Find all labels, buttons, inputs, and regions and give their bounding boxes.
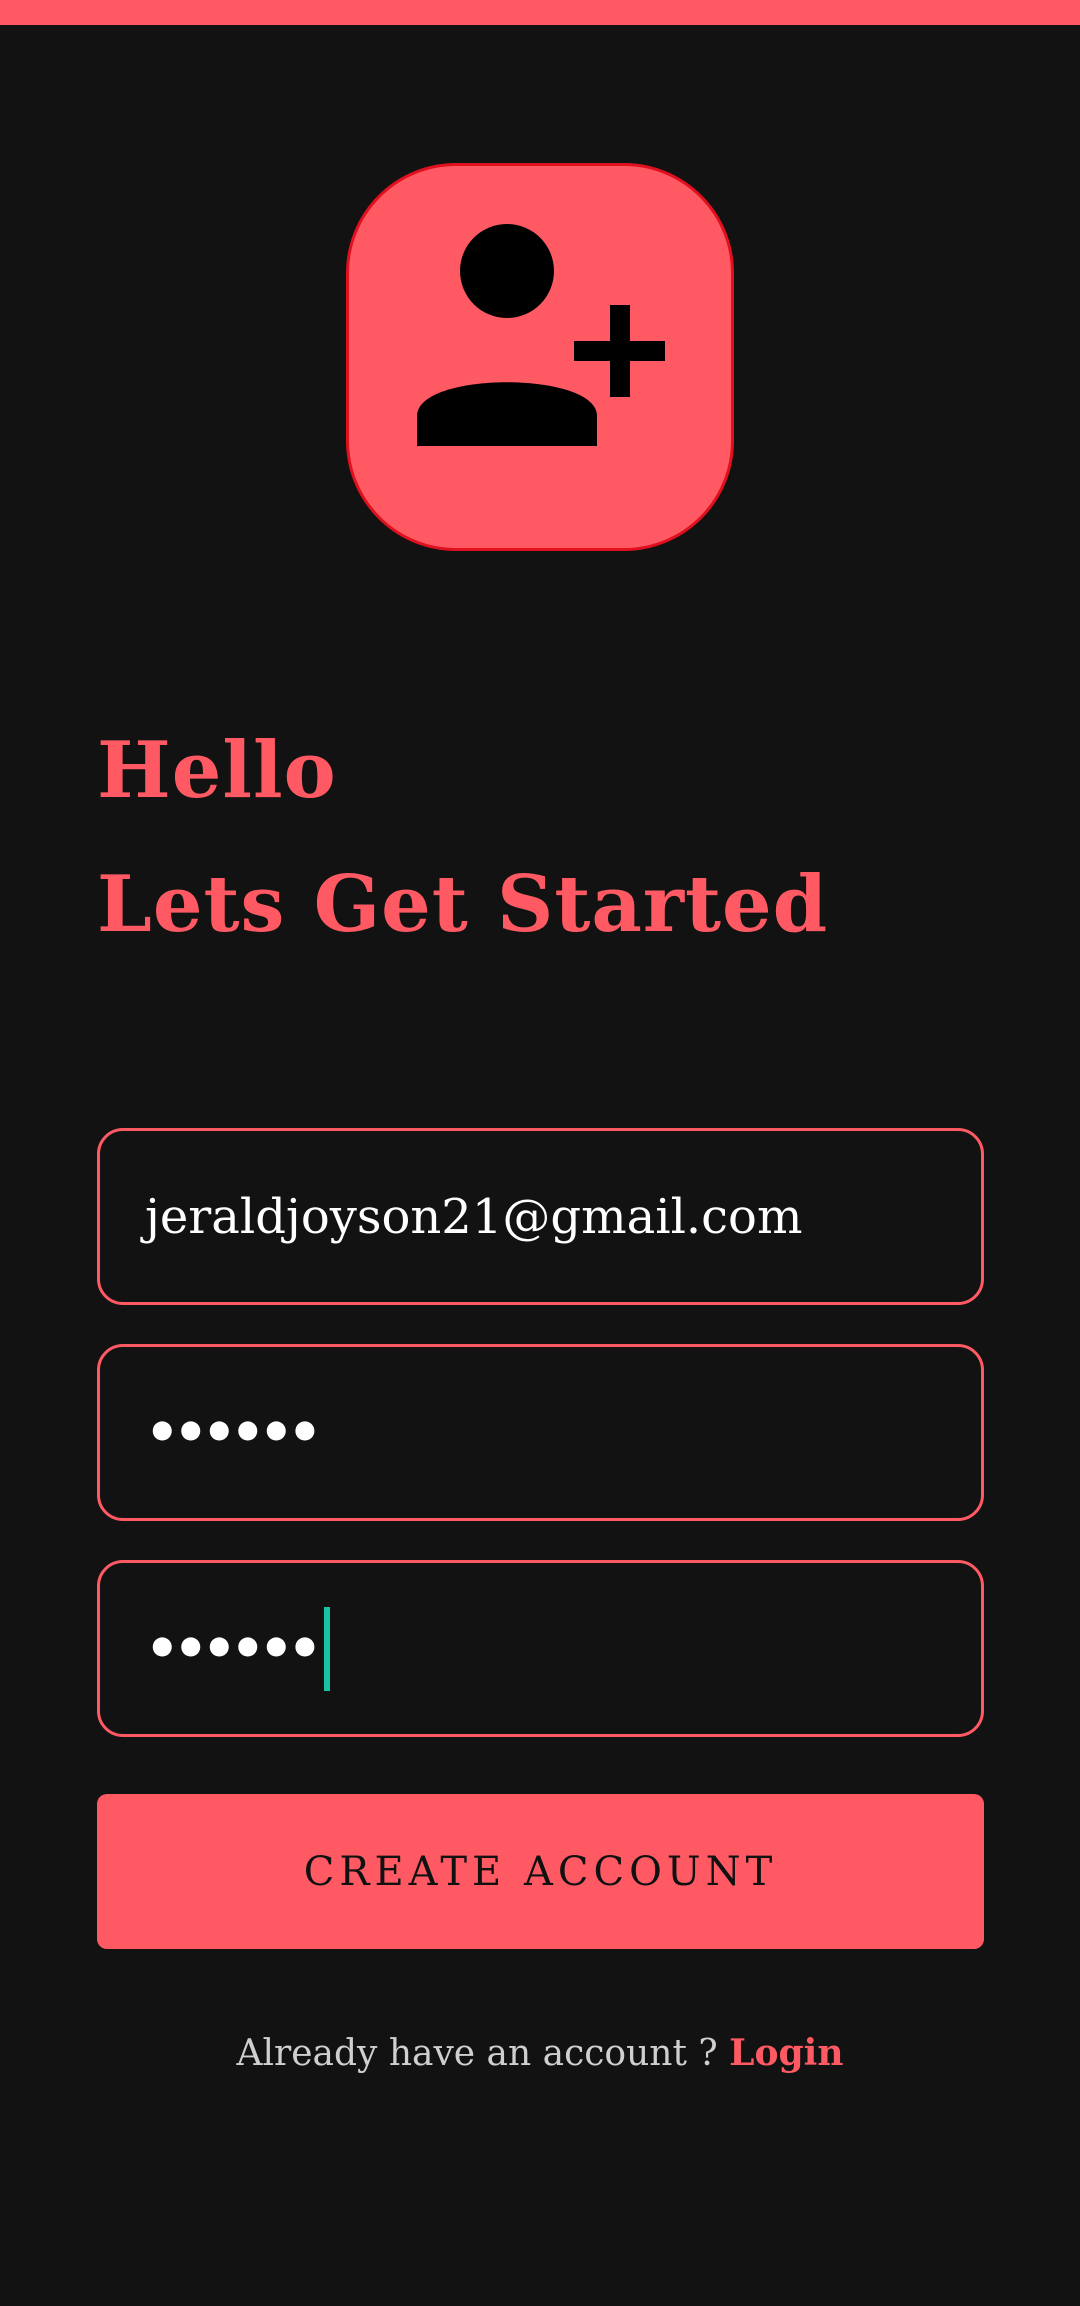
greeting-subtitle: Lets Get Started [97,859,829,950]
top-accent-bar [0,0,1080,25]
add-user-icon [417,224,665,446]
email-value: jeraldjoyson21@gmail.com [145,1188,803,1245]
app-logo [346,163,734,551]
create-account-button[interactable]: CREATE ACCOUNT [97,1794,984,1949]
text-cursor [324,1606,331,1691]
greeting-hello: Hello [97,725,337,816]
confirm-password-mask: •••••• [145,1616,322,1680]
login-prompt-text: Already have an account ? [236,2033,730,2074]
password-field[interactable]: •••••• [97,1344,984,1521]
email-field[interactable]: jeraldjoyson21@gmail.com [97,1128,984,1305]
login-prompt: Already have an account ? Login [0,2032,1080,2074]
login-link[interactable]: Login [729,2032,843,2074]
confirm-password-field[interactable]: •••••• [97,1560,984,1737]
password-mask: •••••• [145,1400,322,1464]
